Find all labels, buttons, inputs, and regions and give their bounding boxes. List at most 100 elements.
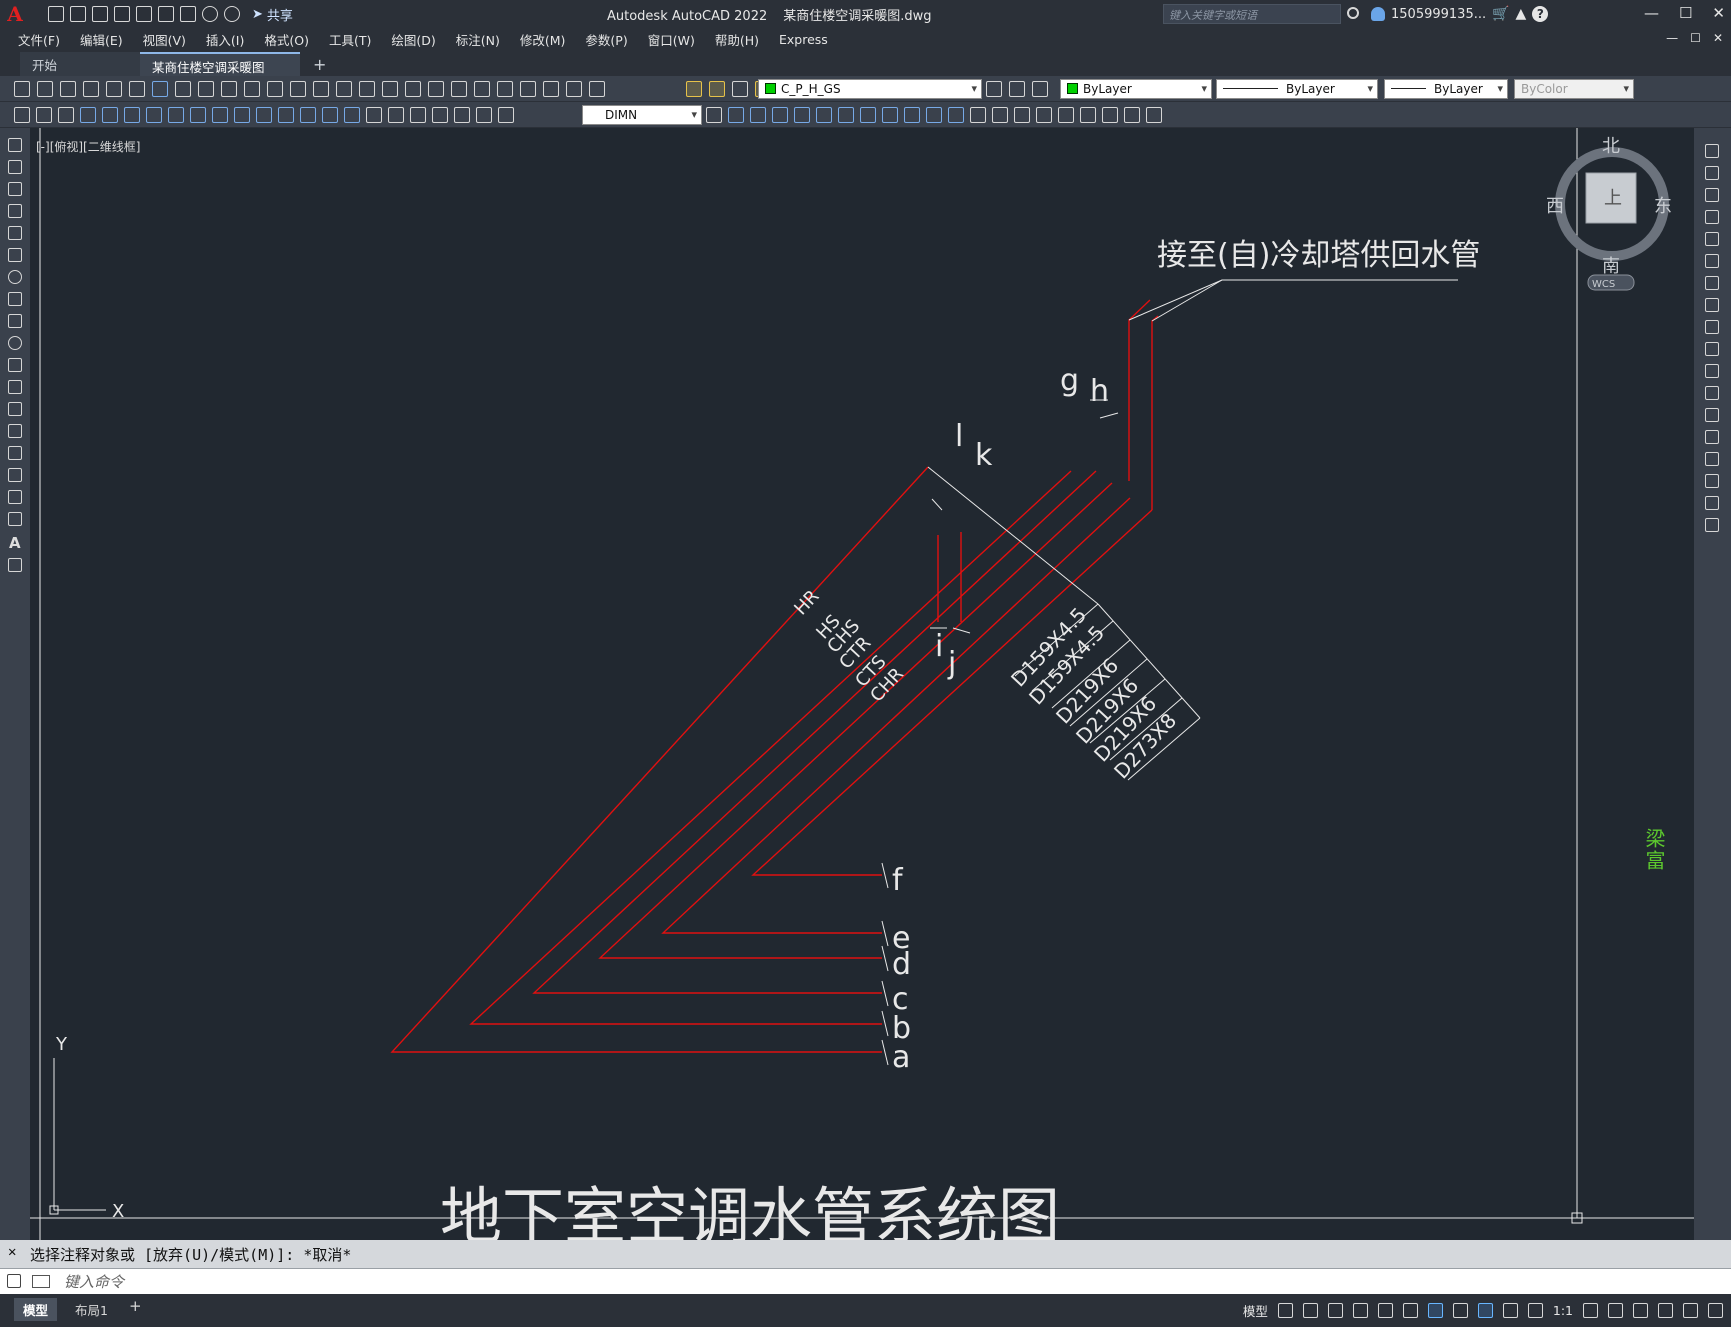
overkill-icon[interactable] bbox=[1146, 107, 1162, 123]
viewcube-east[interactable]: 东 bbox=[1654, 196, 1672, 217]
help-icon[interactable]: ? bbox=[1532, 6, 1549, 22]
print-icon[interactable] bbox=[83, 81, 99, 97]
isodraft-icon[interactable] bbox=[1377, 1303, 1393, 1318]
dim-break-icon[interactable] bbox=[344, 107, 360, 123]
pipe-line[interactable] bbox=[469, 470, 1072, 1025]
draw-order-above-icon[interactable] bbox=[772, 107, 788, 123]
properties-icon[interactable] bbox=[428, 81, 444, 97]
hatch-icon[interactable] bbox=[8, 446, 22, 460]
tab-layout1[interactable]: 布局1 bbox=[66, 1298, 117, 1321]
annotation-visibility-icon[interactable] bbox=[1477, 1303, 1493, 1318]
annotation-autoscale-icon[interactable] bbox=[1502, 1303, 1518, 1318]
maximize-button[interactable]: ☐ bbox=[1679, 4, 1692, 22]
letter-label[interactable]: k bbox=[975, 438, 993, 473]
layer-viewport-icon[interactable] bbox=[732, 81, 748, 97]
help-tool-icon[interactable] bbox=[566, 81, 582, 97]
add-selected-icon[interactable] bbox=[8, 558, 22, 572]
inspection-icon[interactable] bbox=[410, 107, 426, 123]
save-tool-icon[interactable] bbox=[60, 81, 76, 97]
rotate-palette-icon[interactable] bbox=[1705, 276, 1719, 290]
close-button[interactable]: ✕ bbox=[1712, 4, 1725, 22]
polar-icon[interactable] bbox=[1352, 1303, 1368, 1318]
isolate-icon[interactable] bbox=[1658, 1303, 1673, 1318]
extend-palette-icon[interactable] bbox=[1705, 364, 1719, 378]
polygon-icon[interactable] bbox=[8, 204, 22, 218]
drawing-title[interactable]: 地下室空调水管系统图 bbox=[440, 1180, 1060, 1240]
customize-status-icon[interactable] bbox=[1708, 1303, 1723, 1318]
match-properties-icon[interactable] bbox=[244, 81, 260, 97]
arc-length-icon[interactable] bbox=[124, 107, 140, 123]
angular-dim-icon[interactable] bbox=[234, 107, 250, 123]
linear-dim-icon[interactable] bbox=[80, 107, 96, 123]
scale-palette-icon[interactable] bbox=[1705, 298, 1719, 312]
insert-block-icon[interactable] bbox=[8, 380, 22, 394]
menu-tools[interactable]: 工具(T) bbox=[329, 30, 371, 49]
autodesk-app-icon[interactable]: ▲ bbox=[1516, 6, 1527, 22]
dim-edit-icon[interactable] bbox=[454, 107, 470, 123]
command-input[interactable] bbox=[64, 1272, 1664, 1292]
sheet-set-icon[interactable] bbox=[497, 81, 513, 97]
layer-dropdown[interactable]: C_P_H_GS ▾ bbox=[758, 79, 982, 99]
menu-draw[interactable]: 绘图(D) bbox=[391, 30, 435, 49]
ordinate-dim-icon[interactable] bbox=[146, 107, 162, 123]
array-palette-icon[interactable] bbox=[1705, 232, 1719, 246]
break-palette-icon[interactable] bbox=[1705, 408, 1719, 422]
letter-label[interactable]: j bbox=[947, 646, 956, 681]
help-search-input[interactable]: 键入关键字或短语 bbox=[1163, 4, 1341, 24]
menu-modify[interactable]: 修改(M) bbox=[520, 30, 566, 49]
user-icon[interactable] bbox=[1371, 7, 1385, 21]
gear-icon[interactable] bbox=[1583, 1303, 1598, 1318]
join-palette-icon[interactable] bbox=[1705, 430, 1719, 444]
dim-space-icon[interactable] bbox=[322, 107, 338, 123]
menu-edit[interactable]: 编辑(E) bbox=[80, 30, 123, 49]
linetype-dropdown[interactable]: ByLayer ▾ bbox=[1216, 79, 1378, 99]
zoom-window-icon[interactable] bbox=[382, 81, 398, 97]
quick-dim-icon[interactable] bbox=[256, 107, 272, 123]
doc-minimize-button[interactable]: — bbox=[1666, 31, 1678, 45]
chamfer-icon[interactable] bbox=[1102, 107, 1118, 123]
save-icon[interactable] bbox=[92, 6, 108, 22]
blend-icon[interactable] bbox=[1124, 107, 1140, 123]
menu-express[interactable]: Express bbox=[779, 32, 828, 47]
move-icon[interactable] bbox=[794, 107, 810, 123]
menu-format[interactable]: 格式(O) bbox=[264, 30, 309, 49]
trim-palette-icon[interactable] bbox=[1705, 342, 1719, 356]
blend-palette-icon[interactable] bbox=[1705, 496, 1719, 510]
search-icon[interactable] bbox=[1347, 7, 1359, 19]
fillet-palette-icon[interactable] bbox=[1705, 474, 1719, 488]
array-icon[interactable] bbox=[926, 107, 942, 123]
fullscreen-icon[interactable] bbox=[1683, 1303, 1698, 1318]
break-icon[interactable] bbox=[1014, 107, 1030, 123]
color-dropdown[interactable]: ByLayer ▾ bbox=[1060, 79, 1212, 99]
lineweight-icon[interactable] bbox=[1452, 1303, 1468, 1318]
annotation-scale-icon[interactable] bbox=[1527, 1303, 1543, 1318]
command-menu-icon[interactable] bbox=[32, 1275, 50, 1288]
viewcube[interactable]: 上 北 南 东 西 WCS bbox=[1546, 136, 1672, 291]
lineweight-dropdown[interactable]: ByLayer ▾ bbox=[1384, 79, 1508, 99]
save-as-icon[interactable] bbox=[114, 6, 130, 22]
open-web-icon[interactable] bbox=[136, 6, 152, 22]
plotstyle-dropdown[interactable]: ByColor ▾ bbox=[1514, 79, 1634, 99]
table-icon[interactable] bbox=[8, 512, 22, 526]
rectangle-icon[interactable] bbox=[8, 226, 22, 240]
add-layout-button[interactable]: + bbox=[120, 1295, 151, 1317]
polyline-icon[interactable] bbox=[8, 182, 22, 196]
pipe-line[interactable] bbox=[598, 482, 1113, 959]
menu-dimension[interactable]: 标注(N) bbox=[456, 30, 500, 49]
zoom-realtime-icon[interactable] bbox=[359, 81, 375, 97]
doc-restore-button[interactable]: ☐ bbox=[1690, 31, 1701, 45]
dim-style-icon[interactable] bbox=[706, 107, 722, 123]
gradient-icon[interactable] bbox=[8, 468, 22, 482]
grid-icon[interactable] bbox=[1277, 1303, 1293, 1318]
layer-previous-icon[interactable] bbox=[1009, 81, 1025, 97]
viewcube-south[interactable]: 南 bbox=[1602, 256, 1620, 277]
open-file-icon[interactable] bbox=[70, 6, 86, 22]
layer-match-icon[interactable] bbox=[36, 107, 52, 123]
move-palette-icon[interactable] bbox=[1705, 254, 1719, 268]
pipe-line[interactable] bbox=[1151, 315, 1159, 510]
plus-icon[interactable] bbox=[1608, 1303, 1623, 1318]
layer-state-icon[interactable] bbox=[1032, 81, 1048, 97]
viewcube-north[interactable]: 北 bbox=[1602, 136, 1620, 157]
tab-drawing[interactable]: 某商住楼空调采暖图*✕ bbox=[140, 52, 300, 91]
zoom-previous-icon[interactable] bbox=[405, 81, 421, 97]
